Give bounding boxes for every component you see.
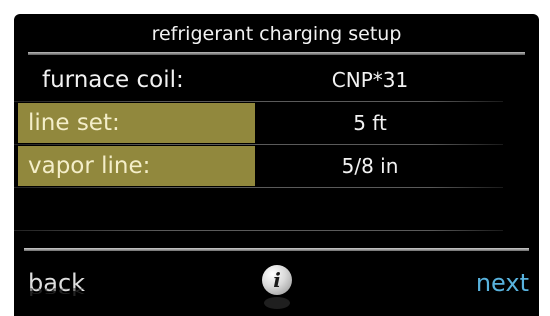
row-divider (14, 187, 503, 188)
setting-value: 5 ft (353, 111, 387, 135)
back-button-reflection: back (28, 285, 86, 298)
setting-row-line-set[interactable]: line set: 5 ft (14, 103, 539, 143)
setting-row-vapor-line[interactable]: vapor line: 5/8 in (14, 146, 539, 186)
setting-value: 5/8 in (341, 154, 399, 178)
setting-label: furnace coil: (42, 67, 184, 93)
row-divider (14, 230, 503, 231)
info-icon[interactable]: i (262, 265, 292, 295)
title-divider (28, 52, 525, 55)
footer-divider (24, 248, 529, 251)
info-icon-reflection (264, 297, 290, 309)
setting-value: CNP*31 (331, 68, 409, 92)
row-divider (14, 144, 503, 145)
row-divider (14, 101, 503, 102)
thermostat-screen: refrigerant charging setup furnace coil:… (14, 14, 539, 316)
page-title: refrigerant charging setup (151, 23, 402, 45)
setting-label: line set: (18, 103, 255, 143)
setting-label: vapor line: (18, 146, 255, 186)
device-frame: refrigerant charging setup furnace coil:… (0, 0, 550, 316)
setting-row-furnace-coil[interactable]: furnace coil: CNP*31 (14, 60, 539, 100)
next-button[interactable]: next (476, 269, 529, 297)
